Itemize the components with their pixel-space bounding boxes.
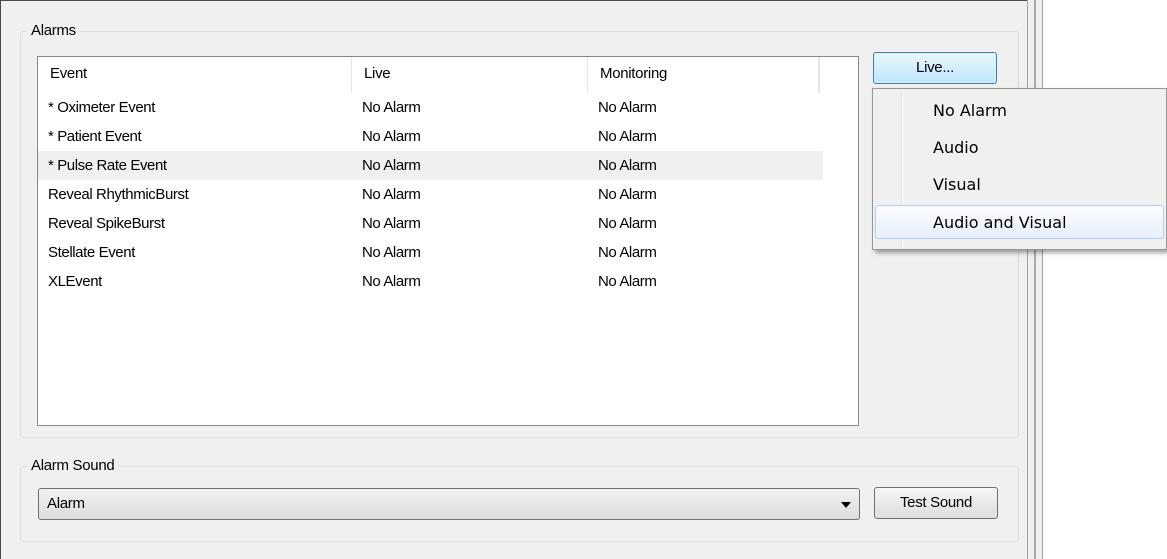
alarm-sound-dropdown[interactable]: Alarm [38,488,860,520]
table-row[interactable]: Reveal SpikeBurst No Alarm No Alarm [38,209,823,238]
table-row[interactable]: * Oximeter Event No Alarm No Alarm [38,93,823,122]
column-header-live[interactable]: Live [352,57,588,93]
alarms-group-title: Alarms [27,22,80,40]
right-pane [1043,0,1167,559]
menu-item-label: Audio and Visual [933,213,1067,232]
live-alarm-value: No Alarm [362,99,421,116]
splitter-grip [1034,0,1036,559]
column-header-filler [819,57,858,93]
menu-item-label: Visual [933,175,981,194]
menu-item-visual[interactable]: Visual [875,168,1164,202]
monitoring-alarm-value: No Alarm [598,215,657,232]
monitoring-alarm-value: No Alarm [598,99,657,116]
table-row-hovered[interactable]: * Pulse Rate Event No Alarm No Alarm [38,151,823,180]
live-alarm-value: No Alarm [362,157,421,174]
live-alarm-value: No Alarm [362,215,421,232]
event-name: Reveal RhythmicBurst [48,186,189,203]
live-alarm-menu: No Alarm Audio Visual Audio and Visual [872,88,1167,250]
alarm-sound-selected: Alarm [47,495,85,512]
menu-item-label: No Alarm [933,101,1007,120]
menu-item-label: Audio [933,138,979,157]
live-alarm-value: No Alarm [362,244,421,261]
menu-item-audio[interactable]: Audio [875,131,1164,165]
menu-item-audio-and-visual[interactable]: Audio and Visual [875,205,1164,239]
monitoring-alarm-value: No Alarm [598,157,657,174]
event-name: XLEvent [48,273,102,290]
alarm-sound-group-title: Alarm Sound [27,457,119,475]
pane-splitter[interactable] [1027,0,1043,559]
table-row[interactable]: * Patient Event No Alarm No Alarm [38,122,823,151]
live-alarm-button[interactable]: Live... [873,52,997,84]
monitoring-alarm-value: No Alarm [598,244,657,261]
live-alarm-value: No Alarm [362,273,421,290]
live-alarm-value: No Alarm [362,128,421,145]
alarm-events-list[interactable]: Event Live Monitoring * Oximeter Event N… [37,56,859,426]
event-name: * Patient Event [48,128,142,145]
event-name: Reveal SpikeBurst [48,215,165,232]
table-row[interactable]: Reveal RhythmicBurst No Alarm No Alarm [38,180,823,209]
column-header-monitoring[interactable]: Monitoring [588,57,819,93]
list-header: Event Live Monitoring [38,57,858,93]
table-row[interactable]: XLEvent No Alarm No Alarm [38,267,823,296]
monitoring-alarm-value: No Alarm [598,273,657,290]
alarm-settings-panel: Alarms Event Live Monitoring * Oximeter … [1,1,1027,559]
menu-item-no-alarm[interactable]: No Alarm [875,94,1164,128]
event-name: * Pulse Rate Event [48,157,167,174]
column-header-event[interactable]: Event [38,57,352,93]
live-alarm-value: No Alarm [362,186,421,203]
event-name: Stellate Event [48,244,135,261]
chevron-down-icon[interactable] [841,502,851,508]
table-row[interactable]: Stellate Event No Alarm No Alarm [38,238,823,267]
monitoring-alarm-value: No Alarm [598,186,657,203]
test-sound-button[interactable]: Test Sound [874,487,998,519]
event-name: * Oximeter Event [48,99,155,116]
monitoring-alarm-value: No Alarm [598,128,657,145]
